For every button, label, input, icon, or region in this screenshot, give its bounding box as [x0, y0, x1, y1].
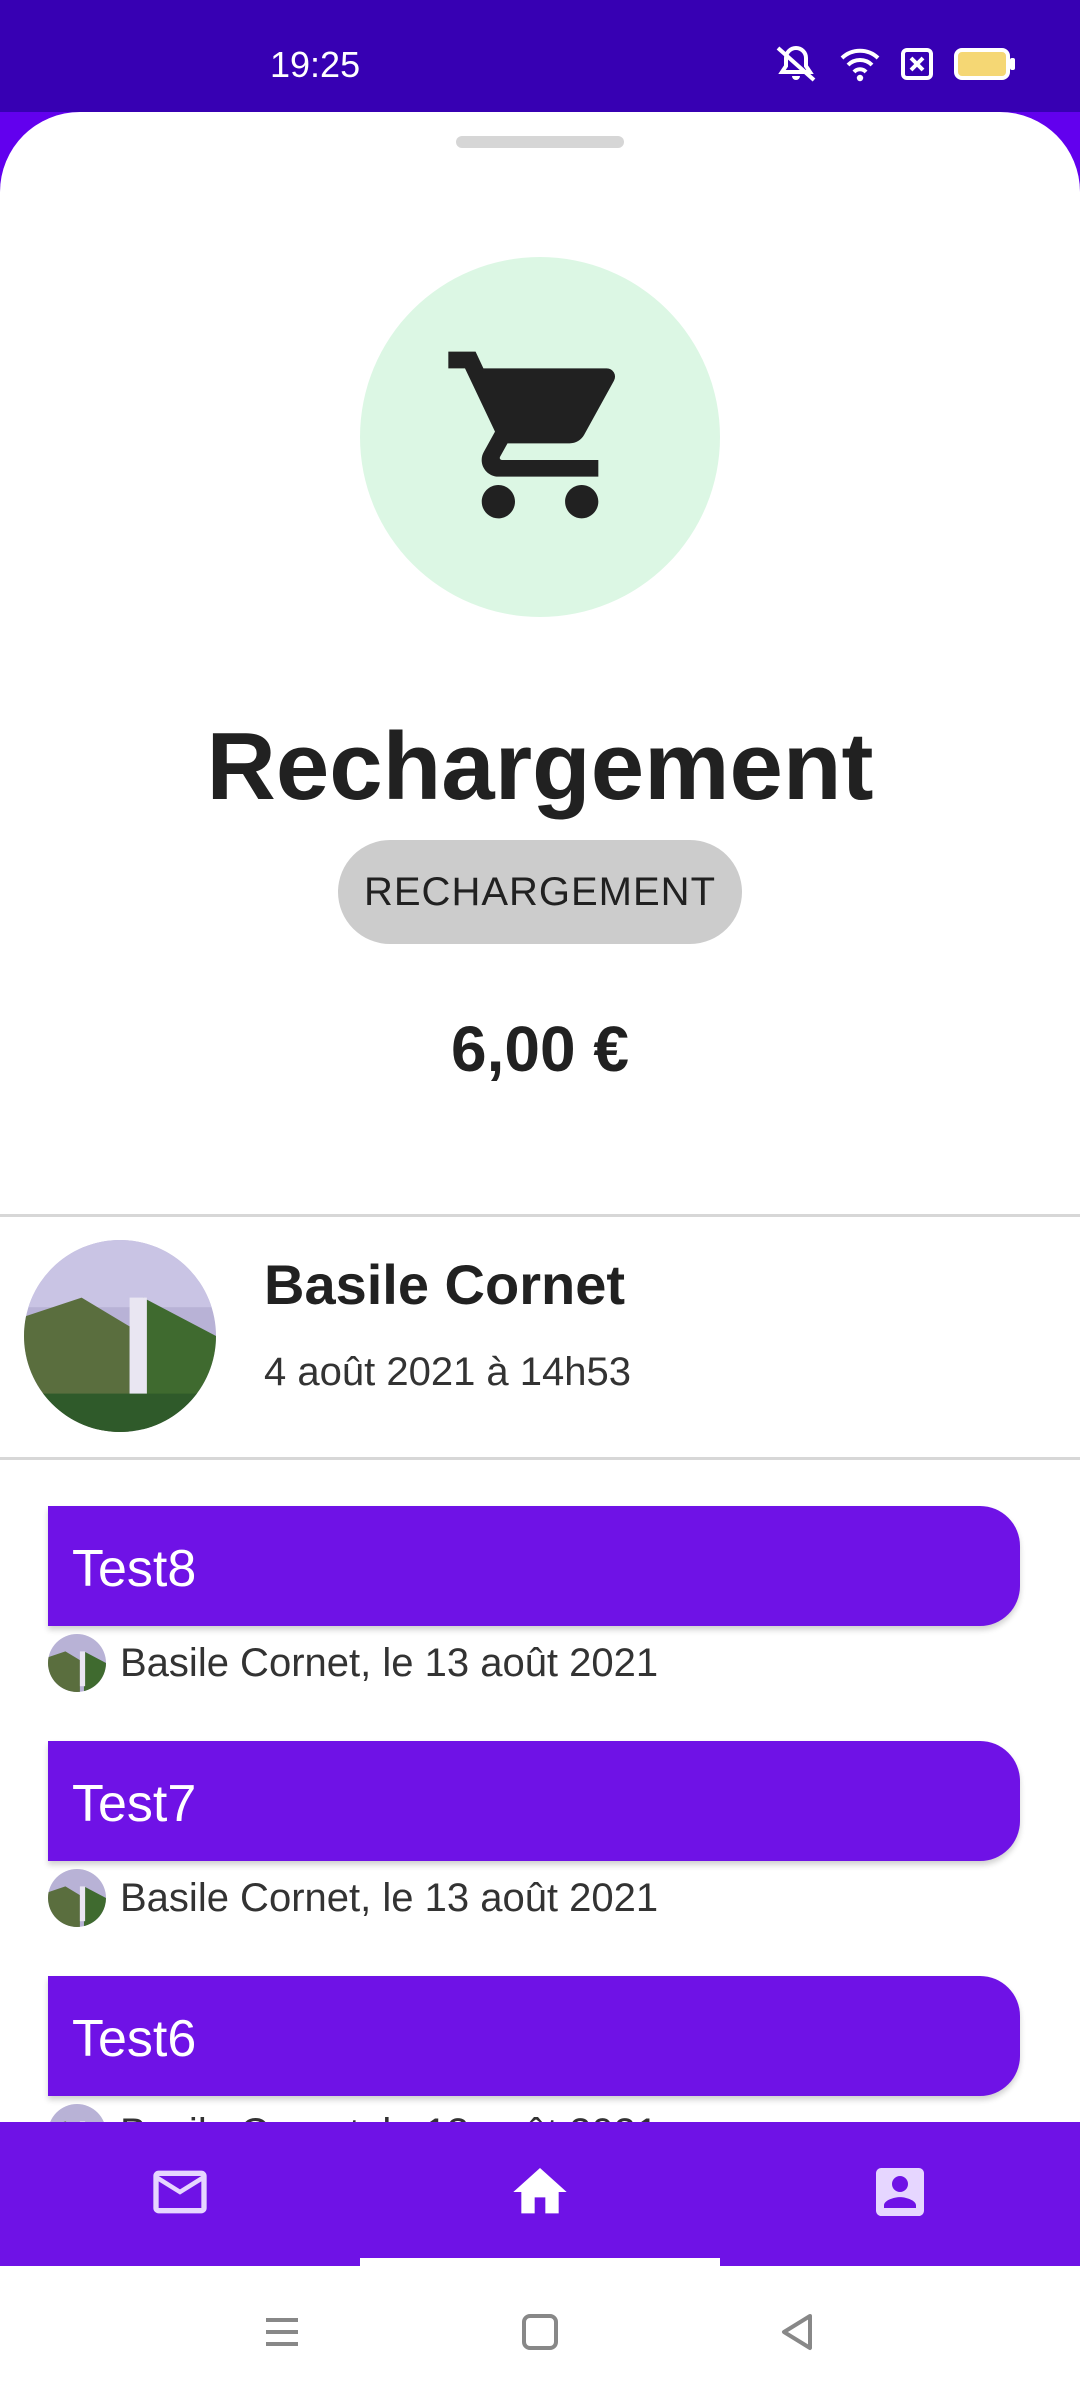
cart-icon [440, 335, 640, 540]
active-tab-indicator [360, 2258, 720, 2266]
news-title[interactable]: Test8 [48, 1506, 1020, 1626]
news-item[interactable]: Test7 Basile Cornet, le 13 août 2021 [48, 1741, 1020, 1927]
author-date: 4 août 2021 à 14h53 [264, 1350, 632, 1394]
news-meta-text: Basile Cornet, le 13 août 2021 [120, 1640, 659, 1685]
author-avatar[interactable] [24, 1240, 216, 1432]
status-icons [772, 44, 1016, 84]
battery-icon [954, 48, 1016, 80]
news-meta: Basile Cornet, le 13 août 2021 [48, 1869, 1020, 1927]
author-name: Basile Cornet [264, 1253, 625, 1316]
drag-handle[interactable] [456, 136, 624, 148]
news-item[interactable]: Test6 Basile Cornet, le 13 août 2021 [48, 1976, 1020, 2122]
bell-off-icon [772, 44, 820, 84]
nav-item-home[interactable] [360, 2122, 720, 2266]
news-meta: Basile Cornet, le 13 août 2021 [48, 1634, 1020, 1692]
sim-x-icon [900, 47, 934, 81]
category-chip-wrap: RECHARGEMENT [0, 840, 1080, 944]
news-title[interactable]: Test6 [48, 1976, 1020, 2096]
news-meta: Basile Cornet, le 13 août 2021 [48, 2104, 1020, 2122]
nav-item-profile[interactable] [720, 2122, 1080, 2266]
divider-bottom [0, 1457, 1080, 1460]
home-square-icon[interactable] [518, 2310, 562, 2359]
transaction-amount: 6,00 € [451, 1013, 629, 1085]
news-meta-text: Basile Cornet, le 13 août 2021 [120, 1875, 659, 1920]
transaction-title: Rechargement [206, 713, 874, 820]
mail-icon [148, 2160, 212, 2229]
category-icon-circle [360, 257, 720, 617]
news-meta-text: Basile Cornet, le 13 août 2021 [120, 2111, 658, 2123]
system-navigation [0, 2266, 1080, 2400]
news-author-avatar [48, 1634, 106, 1692]
status-bar: 19:25 [0, 0, 1080, 112]
news-author-avatar [48, 1869, 106, 1927]
category-chip: RECHARGEMENT [337, 840, 743, 944]
bottom-navigation [0, 2122, 1080, 2266]
status-time: 19:25 [270, 44, 361, 85]
detail-sheet: Rechargement RECHARGEMENT 6,00 € Basile … [0, 112, 1080, 2122]
home-icon [508, 2160, 572, 2229]
news-title[interactable]: Test7 [48, 1741, 1020, 1861]
menu-icon[interactable] [260, 2310, 304, 2359]
news-item[interactable]: Test8 Basile Cornet, le 13 août 2021 [48, 1506, 1020, 1692]
divider-top [0, 1214, 1080, 1217]
wifi-icon [840, 46, 880, 82]
nav-item-messages[interactable] [0, 2122, 360, 2266]
contact-icon [868, 2160, 932, 2229]
news-author-avatar [48, 2104, 106, 2122]
back-icon[interactable] [776, 2310, 820, 2359]
